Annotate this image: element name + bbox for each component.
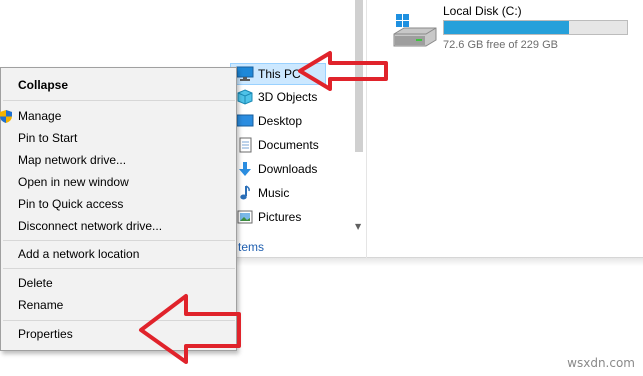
drive-usage-bar: [443, 20, 628, 35]
menu-item-manage[interactable]: Manage: [0, 105, 236, 127]
menu-item-label: Manage: [18, 109, 62, 123]
pictures-icon: [237, 210, 253, 224]
cube-icon: [237, 89, 253, 105]
menu-item-disconnect-network-drive[interactable]: Disconnect network drive...: [2, 215, 236, 237]
status-bar-item-count: tems: [238, 240, 265, 254]
computer-icon: [236, 66, 254, 81]
nav-item-label: This PC: [258, 67, 301, 81]
menu-separator: [3, 100, 235, 101]
pane-divider[interactable]: [366, 0, 367, 258]
menu-item-collapse[interactable]: Collapse: [2, 74, 236, 96]
download-arrow-icon: [239, 162, 251, 176]
nav-item-label: Pictures: [258, 210, 302, 224]
nav-item-documents[interactable]: Documents: [236, 134, 319, 156]
menu-item-map-network-drive[interactable]: Map network drive...: [2, 149, 236, 171]
nav-item-downloads[interactable]: Downloads: [236, 158, 317, 180]
nav-item-music[interactable]: Music: [236, 182, 289, 204]
nav-item-label: Desktop: [258, 114, 303, 128]
menu-separator: [3, 240, 235, 241]
desktop-folder-icon: [236, 114, 254, 127]
drive-free-space: 72.6 GB free of 229 GB: [443, 39, 558, 51]
annotation-arrow-properties: [139, 294, 241, 364]
menu-item-open-new-window[interactable]: Open in new window: [2, 171, 236, 193]
nav-item-label: Documents: [258, 138, 319, 152]
nav-item-label: Downloads: [258, 162, 318, 176]
documents-icon: [239, 137, 252, 153]
drive-name: Local Disk (C:): [443, 4, 522, 18]
menu-separator: [3, 268, 235, 269]
local-disk-tile[interactable]: Local Disk (C:) 72.6 GB free of 229 GB: [388, 2, 638, 52]
watermark: wsxdn.com: [567, 356, 635, 370]
menu-item-delete[interactable]: Delete: [2, 272, 236, 294]
uac-shield-icon: [0, 110, 12, 123]
nav-item-pictures[interactable]: Pictures: [236, 206, 301, 228]
drive-usage-fill: [444, 21, 569, 34]
hard-drive-icon: [393, 14, 437, 47]
menu-item-add-network-location[interactable]: Add a network location: [2, 243, 236, 265]
nav-item-label: Music: [258, 186, 290, 200]
annotation-arrow-this-pc: [298, 51, 388, 91]
nav-item-label: 3D Objects: [258, 90, 318, 104]
menu-item-pin-to-start[interactable]: Pin to Start: [2, 127, 236, 149]
menu-item-pin-quick-access[interactable]: Pin to Quick access: [2, 193, 236, 215]
music-note-icon: [240, 185, 250, 200]
nav-item-desktop[interactable]: Desktop: [236, 110, 302, 132]
